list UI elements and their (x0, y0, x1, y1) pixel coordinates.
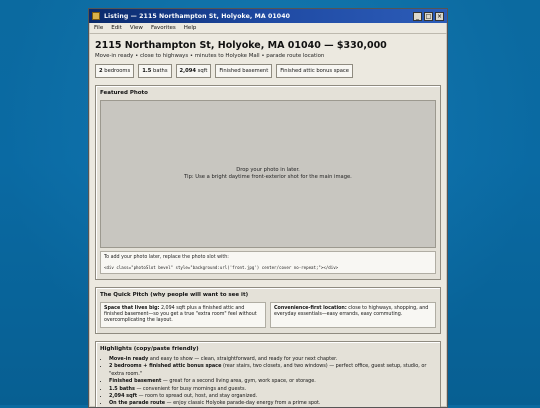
photo-drop-text: Drop your photo in later. (236, 167, 300, 173)
list-item: 2 bedrooms + finished attic bonus space … (109, 363, 436, 378)
photo-slot[interactable]: Drop your photo in later. Tip: Use a bri… (100, 100, 436, 248)
highlights-panel: Highlights (copy/paste friendly) Move-in… (95, 341, 441, 407)
title-bar[interactable]: Listing — 2115 Northampton St, Holyoke, … (89, 9, 447, 23)
close-button[interactable]: × (435, 11, 444, 21)
list-item: 1.5 baths — convenient for busy mornings… (109, 386, 436, 393)
chip-baths: 1.5 baths (138, 64, 172, 78)
list-item: 2,094 sqft — room to spread out, host, a… (109, 393, 436, 400)
photo-instructions-text: To add your photo later, replace the pho… (104, 255, 229, 260)
page-title: 2115 Northampton St, Holyoke, MA 01040 —… (95, 40, 387, 51)
photo-tip-text: Tip: Use a bright daytime front-exterior… (184, 174, 352, 180)
maximize-button[interactable]: □ (424, 11, 433, 21)
featured-photo-title: Featured Photo (100, 90, 148, 96)
browser-window: Listing — 2115 Northampton St, Holyoke, … (88, 8, 448, 408)
photo-instructions: To add your photo later, replace the pho… (100, 251, 436, 274)
menu-bar: File Edit View Favorites Help (89, 23, 447, 34)
list-item: Finished basement — great for a second l… (109, 378, 436, 385)
chip-basement: Finished basement (215, 64, 273, 78)
window-title: Listing — 2115 Northampton St, Holyoke, … (104, 12, 291, 20)
pitch-card-space: Space that lives big: 2,094 sqft plus a … (100, 302, 266, 328)
page-content: 2115 Northampton St, Holyoke, MA 01040 —… (89, 34, 447, 407)
menu-favorites[interactable]: Favorites (151, 25, 176, 31)
chip-sqft: 2,094 sqft (175, 64, 212, 78)
list-item: On the parade route — enjoy classic Holy… (109, 400, 436, 407)
window-app-icon (92, 12, 100, 20)
list-item: Move-in ready and easy to show — clean, … (109, 356, 436, 363)
chip-bedrooms: 2 bedrooms (95, 64, 135, 78)
menu-view[interactable]: View (130, 25, 143, 31)
menu-help[interactable]: Help (184, 25, 197, 31)
quick-pitch-title: The Quick Pitch (why people will want to… (100, 292, 249, 298)
quick-pitch-panel: The Quick Pitch (why people will want to… (95, 287, 441, 334)
photo-code-snippet: <div class="photoSlot bevel" style="back… (104, 265, 339, 270)
pitch-cards: Space that lives big: 2,094 sqft plus a … (100, 302, 436, 328)
menu-edit[interactable]: Edit (111, 25, 122, 31)
minimize-button[interactable]: _ (413, 11, 422, 21)
featured-photo-panel: Featured Photo Drop your photo in later.… (95, 85, 441, 280)
feature-chips: 2 bedrooms 1.5 baths 2,094 sqft Finished… (95, 64, 441, 78)
chip-attic: Finished attic bonus space (276, 64, 353, 78)
pitch-card-location: Convenience-first location: close to hig… (270, 302, 436, 328)
menu-file[interactable]: File (94, 25, 103, 31)
highlights-list: Move-in ready and easy to show — clean, … (100, 356, 436, 407)
listing-subtitle: Move-in ready • close to highways • minu… (95, 53, 325, 59)
highlights-title: Highlights (copy/paste friendly) (100, 346, 199, 352)
